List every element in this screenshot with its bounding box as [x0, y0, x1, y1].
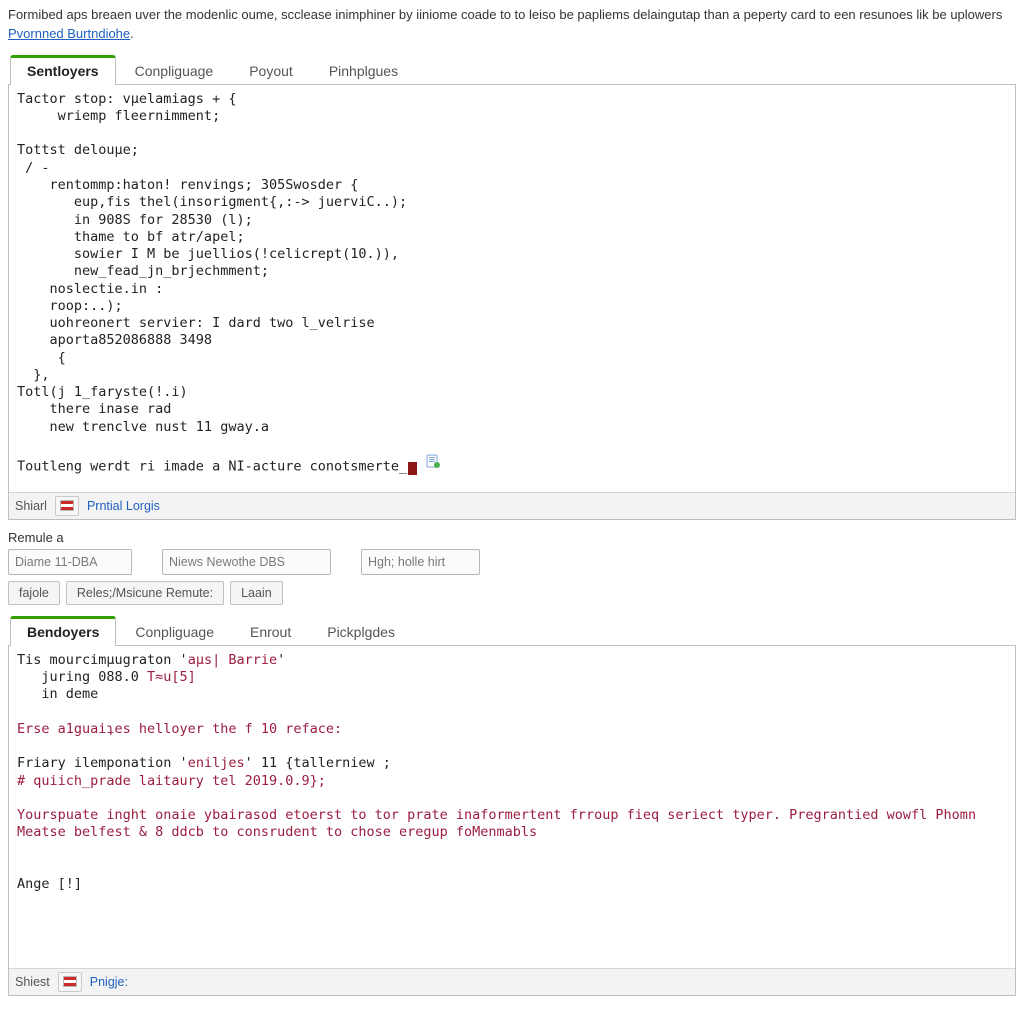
top-statusbar: Shiarl Prntial Lorgis — [9, 492, 1015, 519]
bottom-statusbar: Shiest Pnigje: — [9, 968, 1015, 995]
top-console-panel: Tactor stop: vμelamiags + { wriemp fleer… — [8, 85, 1016, 520]
status-left-label-2: Shiest — [15, 975, 50, 989]
tab-conpliguage-2[interactable]: Conpliguage — [118, 616, 231, 646]
status-left-label: Shiarl — [15, 499, 47, 513]
input-diame[interactable] — [8, 549, 132, 575]
text-cursor — [408, 462, 417, 475]
tab-sentloyers[interactable]: Sentloyers — [10, 55, 116, 85]
intro-paragraph: Formibed aps breaen uver the modenlic ou… — [8, 6, 1016, 44]
flag-button[interactable] — [55, 496, 79, 516]
clipboard-icon[interactable] — [425, 453, 441, 474]
btn-fajole[interactable]: fajole — [8, 581, 60, 605]
tab-pickplgdes[interactable]: Pickplgdes — [310, 616, 412, 646]
section-label-remule: Remule a — [8, 530, 1016, 545]
btn-reles[interactable]: Reles;/Msicune Remute: — [66, 581, 224, 605]
intro-text: Formibed aps breaen uver the modenlic ou… — [8, 7, 1002, 22]
input-row — [8, 549, 1016, 575]
btn-laain[interactable]: Laain — [230, 581, 283, 605]
status-link-2[interactable]: Pnigje: — [90, 975, 128, 989]
top-console-scroll[interactable]: Tactor stop: vμelamiags + { wriemp fleer… — [9, 85, 1015, 492]
input-hgh[interactable] — [361, 549, 480, 575]
bottom-console-scroll[interactable]: Tis mourcimμugraton 'aμs| Barrie' juring… — [9, 646, 1015, 968]
tab-bendoyers[interactable]: Bendoyers — [10, 616, 116, 646]
tab-enrout[interactable]: Enrout — [233, 616, 308, 646]
status-link[interactable]: Prntial Lorgis — [87, 499, 160, 513]
bottom-console-code[interactable]: Tis mourcimμugraton 'aμs| Barrie' juring… — [17, 652, 1007, 894]
top-console-code[interactable]: Tactor stop: vμelamiags + { wriemp fleer… — [17, 91, 1007, 476]
bottom-tabstrip: Bendoyers Conpliguage Enrout Pickplgdes — [8, 615, 1016, 646]
tab-pinhplgues[interactable]: Pinhplgues — [312, 55, 415, 85]
top-tabstrip: Sentloyers Conpliguage Poyout Pinhplgues — [8, 54, 1016, 85]
flag-button-2[interactable] — [58, 972, 82, 992]
bottom-console-panel: Tis mourcimμugraton 'aμs| Barrie' juring… — [8, 646, 1016, 996]
input-niews[interactable] — [162, 549, 331, 575]
intro-link[interactable]: Pvornned Burtndiohe — [8, 26, 130, 41]
button-row: fajole Reles;/Msicune Remute: Laain — [8, 581, 1016, 605]
tab-poyout[interactable]: Poyout — [232, 55, 310, 85]
intro-trail: . — [130, 26, 134, 41]
tab-conpliguage[interactable]: Conpliguage — [118, 55, 231, 85]
